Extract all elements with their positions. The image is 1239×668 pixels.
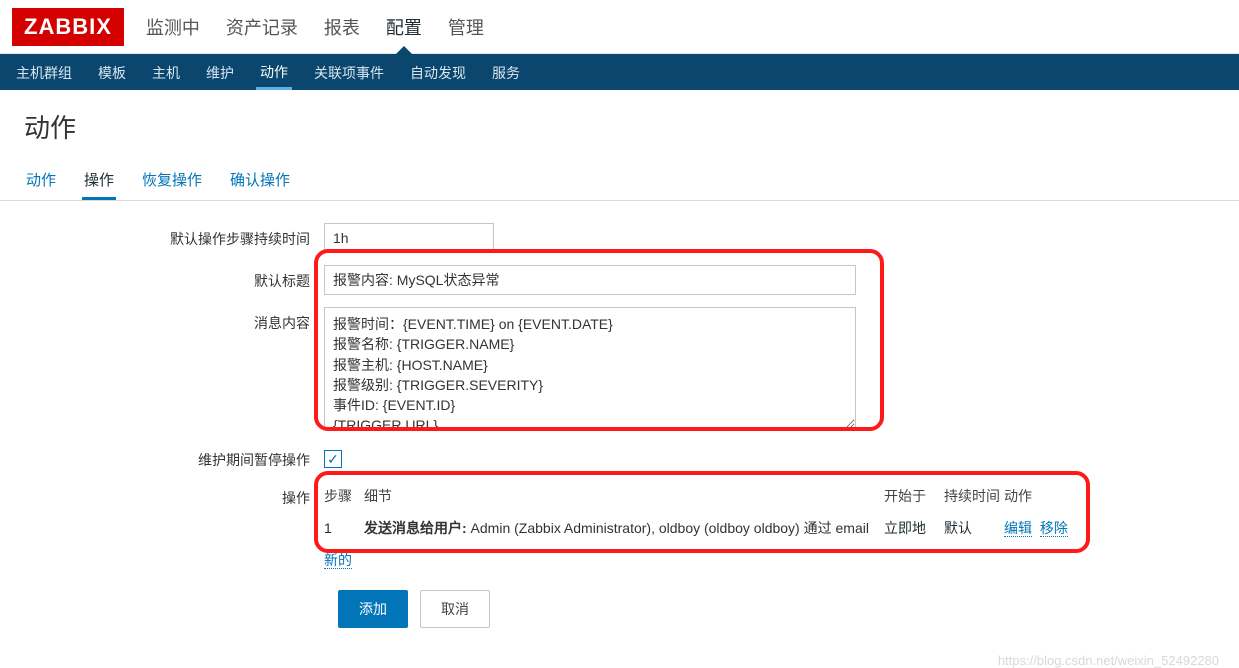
ops-h-start: 开始于 bbox=[884, 486, 944, 506]
input-duration[interactable] bbox=[324, 223, 494, 253]
label-message: 消息内容 bbox=[24, 307, 324, 333]
tabs: 动作 操作 恢复操作 确认操作 bbox=[0, 159, 1239, 201]
input-subject[interactable] bbox=[324, 265, 856, 295]
ops-h-action: 动作 bbox=[1004, 486, 1084, 506]
top-nav: 监测中 资产记录 报表 配置 管理 bbox=[144, 0, 486, 54]
subnav-discovery[interactable]: 自动发现 bbox=[406, 55, 470, 89]
add-button[interactable]: 添加 bbox=[338, 590, 408, 628]
tab-ack[interactable]: 确认操作 bbox=[228, 159, 292, 200]
ops-header: 步骤 细节 开始于 持续时间 动作 bbox=[324, 482, 1084, 514]
tab-action[interactable]: 动作 bbox=[24, 159, 58, 200]
subnav-actions[interactable]: 动作 bbox=[256, 54, 292, 90]
nav-administration[interactable]: 管理 bbox=[446, 0, 486, 54]
nav-reports[interactable]: 报表 bbox=[322, 0, 362, 54]
ops-row-1: 1 发送消息给用户: Admin (Zabbix Administrator),… bbox=[324, 514, 1084, 544]
ops-detail-text: Admin (Zabbix Administrator), oldboy (ol… bbox=[467, 520, 869, 536]
subnav-correlation[interactable]: 关联项事件 bbox=[310, 55, 388, 89]
ops-h-duration: 持续时间 bbox=[944, 486, 1004, 506]
ops-detail-label: 发送消息给用户: bbox=[364, 520, 467, 536]
tab-operations[interactable]: 操作 bbox=[82, 159, 116, 200]
form-area: 默认操作步骤持续时间 默认标题 消息内容 维护期间暂停操作 ✓ 操作 步骤 细节 bbox=[0, 201, 1239, 668]
row-subject: 默认标题 bbox=[24, 265, 1215, 295]
button-row: 添加 取消 bbox=[24, 590, 1215, 628]
subnav-services[interactable]: 服务 bbox=[488, 55, 524, 89]
row-duration: 默认操作步骤持续时间 bbox=[24, 223, 1215, 253]
ops-edit-link[interactable]: 编辑 bbox=[1004, 520, 1032, 537]
nav-inventory[interactable]: 资产记录 bbox=[224, 0, 300, 54]
checkbox-pause[interactable]: ✓ bbox=[324, 450, 342, 468]
tab-recovery[interactable]: 恢复操作 bbox=[140, 159, 204, 200]
top-bar: ZABBIX 监测中 资产记录 报表 配置 管理 bbox=[0, 0, 1239, 54]
ops-h-steps: 步骤 bbox=[324, 486, 364, 506]
ops-actions: 编辑 移除 bbox=[1004, 518, 1084, 538]
ops-step: 1 bbox=[324, 520, 364, 536]
ops-start: 立即地 bbox=[884, 518, 944, 538]
textarea-message[interactable] bbox=[324, 307, 856, 429]
ops-new-row: 新的 bbox=[324, 544, 1084, 570]
nav-configuration[interactable]: 配置 bbox=[384, 0, 424, 54]
row-pause: 维护期间暂停操作 ✓ bbox=[24, 444, 1215, 470]
subnav-templates[interactable]: 模板 bbox=[94, 55, 130, 89]
label-subject: 默认标题 bbox=[24, 265, 324, 291]
ops-h-detail: 细节 bbox=[364, 486, 884, 506]
ops-duration: 默认 bbox=[944, 518, 1004, 538]
ops-remove-link[interactable]: 移除 bbox=[1040, 520, 1068, 537]
logo: ZABBIX bbox=[12, 8, 124, 46]
subnav-hostgroups[interactable]: 主机群组 bbox=[12, 55, 76, 89]
label-duration: 默认操作步骤持续时间 bbox=[24, 223, 324, 249]
subnav-maintenance[interactable]: 维护 bbox=[202, 55, 238, 89]
label-operations: 操作 bbox=[24, 482, 324, 508]
label-pause: 维护期间暂停操作 bbox=[24, 444, 324, 470]
row-message: 消息内容 bbox=[24, 307, 1215, 432]
row-operations: 操作 步骤 细节 开始于 持续时间 动作 1 发送消息给用户: Admin (Z… bbox=[24, 482, 1215, 570]
subnav-hosts[interactable]: 主机 bbox=[148, 55, 184, 89]
sub-bar: 主机群组 模板 主机 维护 动作 关联项事件 自动发现 服务 bbox=[0, 54, 1239, 90]
page-title: 动作 bbox=[0, 90, 1239, 159]
ops-detail: 发送消息给用户: Admin (Zabbix Administrator), o… bbox=[364, 518, 884, 538]
watermark: https://blog.csdn.net/weixin_52492280 bbox=[998, 653, 1219, 668]
cancel-button[interactable]: 取消 bbox=[420, 590, 490, 628]
nav-monitoring[interactable]: 监测中 bbox=[144, 0, 202, 54]
operations-table: 步骤 细节 开始于 持续时间 动作 1 发送消息给用户: Admin (Zabb… bbox=[324, 482, 1084, 570]
new-operation-link[interactable]: 新的 bbox=[324, 552, 352, 569]
